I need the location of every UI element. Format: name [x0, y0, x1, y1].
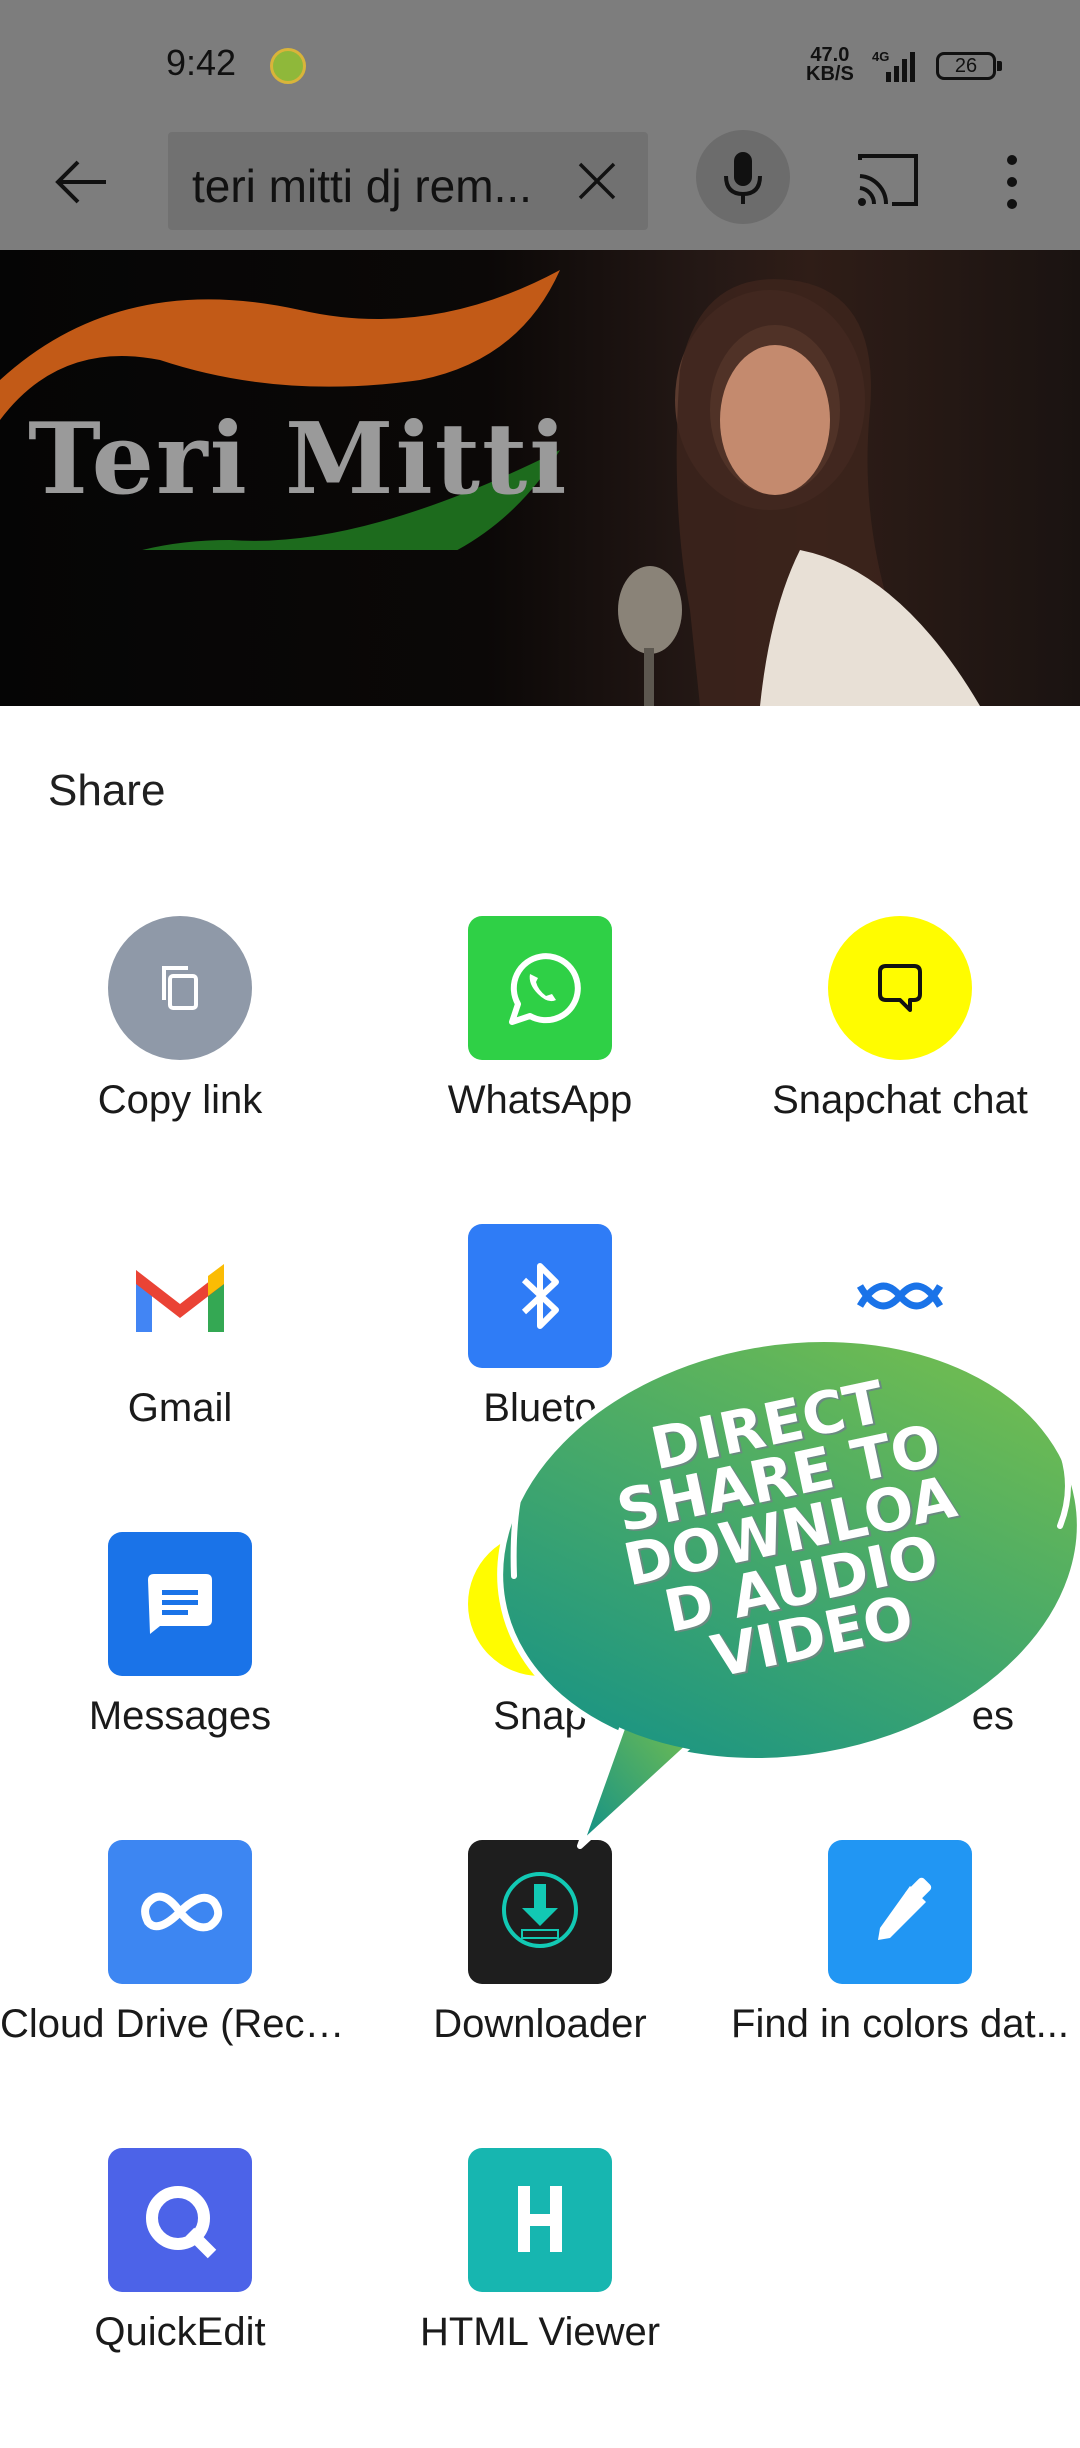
battery-icon: 26 [936, 52, 1002, 80]
whatsapp-icon [468, 916, 612, 1060]
share-target-label: Snapchat chat [772, 1078, 1028, 1122]
share-target-label: WhatsApp [447, 1078, 633, 1122]
share-target-label: HTML Viewer [419, 2310, 661, 2354]
share-target-gmail[interactable]: Gmail [0, 1224, 360, 1524]
search-input[interactable]: teri mitti dj rem... [168, 132, 648, 230]
share-target-label: Downloader [433, 2002, 647, 2046]
cloud-drive-icon [108, 1840, 252, 1984]
share-target-find-in-colors[interactable]: Find in colors dat... [720, 1840, 1080, 2140]
notification-app-icon [270, 48, 306, 84]
share-target-cloud-drive[interactable]: Cloud Drive (Reco... [0, 1840, 360, 2140]
voice-search-button[interactable] [696, 130, 790, 224]
share-sheet-title: Share [48, 766, 166, 815]
html-viewer-icon [468, 2148, 612, 2292]
network-type: 4G [872, 49, 889, 64]
cast-icon[interactable] [856, 152, 920, 208]
share-target-label: Cloud Drive (Reco... [0, 2002, 360, 2046]
share-target-whatsapp[interactable]: WhatsApp [360, 916, 720, 1216]
more-options-icon[interactable] [1000, 152, 1024, 212]
snapchat-chat-icon [828, 916, 972, 1060]
share-target-copy-link[interactable]: Copy link [0, 916, 360, 1216]
share-target-label: Gmail [127, 1386, 233, 1430]
share-target-downloader[interactable]: Downloader [360, 1840, 720, 2140]
quickedit-icon [108, 2148, 252, 2292]
video-thumbnail: Teri Mitti [0, 250, 1080, 706]
share-target-label: Find in colors dat... [731, 2002, 1069, 2046]
messages-icon [108, 1532, 252, 1676]
search-query: teri mitti dj rem... [192, 160, 532, 212]
status-time: 9:42 [166, 42, 237, 83]
gmail-icon [108, 1224, 252, 1368]
copy-icon [108, 916, 252, 1060]
share-target-label: Messages [88, 1694, 272, 1738]
network-speed-unit: KB/S [806, 63, 854, 85]
singer-image [618, 279, 980, 706]
share-target-label: Copy link [97, 1078, 263, 1122]
share-target-messages[interactable]: Messages [0, 1532, 360, 1832]
share-target-html-viewer[interactable]: HTML Viewer [360, 2148, 720, 2448]
share-target-label: QuickEdit [94, 2310, 266, 2354]
mic-icon [724, 152, 762, 204]
search-app-bar: teri mitti dj rem... [0, 108, 1080, 250]
status-bar: 9:42 47.0 KB/S 4G 26 [0, 0, 1080, 108]
signal-icon: 4G [872, 49, 915, 82]
network-speed: 47.0 KB/S [806, 45, 854, 85]
share-target-snapchat-chat[interactable]: Snapchat chat [720, 916, 1080, 1216]
share-target-quickedit[interactable]: QuickEdit [0, 2148, 360, 2448]
back-arrow-icon[interactable] [52, 152, 112, 212]
thumbnail-title: Teri Mitti [28, 402, 569, 517]
clear-search-icon[interactable] [576, 160, 618, 202]
